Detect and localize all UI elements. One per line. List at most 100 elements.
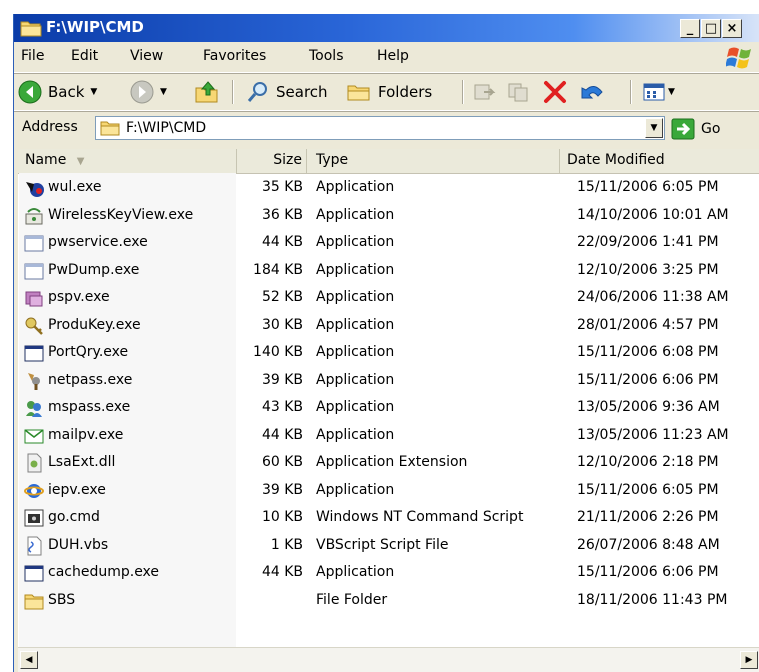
back-button[interactable]: Back ▼ [18, 77, 97, 107]
folder-icon [24, 594, 44, 609]
file-size: 44 KB [261, 234, 303, 250]
column-name-label: Name [25, 152, 67, 168]
pspv-icon [25, 291, 43, 307]
file-date-modified: 22/09/2006 1:41 PM [577, 234, 719, 250]
file-date-modified: 15/11/2006 6:06 PM [577, 564, 719, 580]
title-bar[interactable]: F:\WIP\CMD _ □ × [14, 14, 759, 42]
go-button[interactable]: Go [671, 117, 720, 141]
back-arrow-icon [18, 80, 42, 104]
file-name: mspass.exe [48, 399, 131, 415]
chevron-down-icon: ▼ [160, 87, 167, 97]
file-row[interactable]: mspass.exe 43 KB Application 13/05/2006 9:3… [18, 395, 759, 423]
console-window-icon [24, 345, 44, 362]
file-size: 60 KB [261, 454, 303, 470]
file-row[interactable]: iepv.exe 39 KB Application 15/11/2006 6:05 … [18, 478, 759, 506]
move-to-button[interactable] [472, 77, 498, 107]
delete-button[interactable] [542, 77, 568, 107]
file-row[interactable]: pspv.exe 52 KB Application 24/06/2006 11:38… [18, 285, 759, 313]
file-date-modified: 15/11/2006 6:08 PM [577, 344, 719, 360]
file-size: 184 KB [253, 261, 303, 278]
maximize-button[interactable]: □ [701, 19, 721, 38]
file-size: 10 KB [261, 509, 303, 525]
menu-bar: File Edit View Favorites Tools Help [14, 42, 759, 73]
copy-to-button[interactable] [506, 77, 532, 107]
vbs-script-icon [27, 536, 42, 555]
file-date-modified: 13/05/2006 9:36 AM [577, 399, 720, 415]
file-name: iepv.exe [48, 481, 106, 498]
search-button[interactable]: Search [246, 77, 328, 107]
undo-button[interactable] [580, 77, 606, 107]
up-folder-button[interactable] [194, 77, 220, 107]
close-button[interactable]: × [722, 19, 742, 38]
file-row[interactable]: go.cmd 10 KB Windows NT Command Script 21/1… [18, 505, 759, 533]
file-type: Application [316, 234, 395, 250]
menu-view[interactable]: View [130, 48, 163, 64]
file-row[interactable]: PwDump.exe 184 KB Application 12/10/2006 3:… [18, 258, 759, 286]
file-row[interactable]: PortQry.exe 140 KB Application 15/11/2006 6… [18, 340, 759, 368]
minimize-button[interactable]: _ [680, 19, 700, 38]
forward-button[interactable]: ▼ [130, 77, 167, 107]
file-name: PwDump.exe [48, 261, 140, 278]
file-date-modified: 24/06/2006 11:38 AM [577, 289, 729, 305]
column-type[interactable]: Type [307, 149, 560, 173]
menu-file[interactable]: File [21, 48, 44, 64]
file-date-modified: 26/07/2006 8:48 AM [577, 536, 720, 553]
column-size[interactable]: Size [237, 149, 307, 173]
menu-help[interactable]: Help [377, 48, 409, 64]
file-row[interactable]: LsaExt.dll 60 KB Application Extension 12/1… [18, 450, 759, 478]
file-row[interactable]: cachedump.exe 44 KB Application 15/11/2006 … [18, 560, 759, 588]
wireless-key-icon [25, 207, 43, 224]
horizontal-scrollbar[interactable]: ◀ ▶ [18, 647, 759, 672]
file-size: 39 KB [261, 371, 303, 388]
address-bar: Address F:\WIP\CMD ▼ Go [14, 111, 759, 145]
folders-button[interactable]: Folders [346, 77, 432, 107]
column-date-modified[interactable]: Date Modified [560, 149, 759, 173]
column-name[interactable]: Name ▼ [18, 149, 237, 173]
key-icon [25, 317, 43, 335]
views-button[interactable]: ▼ [642, 77, 675, 107]
file-name: cachedump.exe [48, 564, 160, 580]
file-size: 43 KB [261, 399, 303, 415]
copy-to-icon [508, 83, 528, 102]
file-row[interactable]: mailpv.exe 44 KB Application 13/05/2006 11:… [18, 423, 759, 451]
file-type: Application [316, 481, 395, 498]
file-row[interactable]: SBS File Folder 18/11/2006 11:43 PM [18, 588, 759, 616]
toolbar-separator [630, 80, 632, 104]
file-row[interactable]: netpass.exe 39 KB Application 15/11/2006 6:… [18, 368, 759, 396]
folder-icon [100, 121, 120, 136]
file-size: 30 KB [261, 316, 303, 333]
folders-icon [347, 85, 370, 101]
folders-label: Folders [378, 83, 433, 101]
file-type: Application [316, 564, 395, 580]
menu-tools[interactable]: Tools [309, 48, 344, 64]
file-date-modified: 15/11/2006 6:05 PM [577, 179, 719, 195]
scroll-left-button[interactable]: ◀ [20, 651, 38, 669]
address-dropdown-button[interactable]: ▼ [645, 118, 663, 138]
file-size: 140 KB [253, 344, 303, 360]
undo-arrow-icon [581, 86, 603, 99]
file-size: 52 KB [261, 289, 303, 305]
cmd-script-icon [24, 509, 44, 527]
chevron-down-icon: ▼ [90, 87, 98, 97]
menu-favorites[interactable]: Favorites [203, 48, 266, 64]
file-row[interactable]: WirelessKeyView.exe 36 KB Application 14/10… [18, 203, 759, 231]
column-date-modified-label: Date Modified [567, 152, 665, 168]
delete-x-icon [544, 81, 566, 103]
address-input[interactable]: F:\WIP\CMD ▼ [95, 116, 665, 140]
file-size: 36 KB [261, 206, 303, 223]
views-grid-icon [643, 83, 665, 101]
standard-toolbar: Back ▼ ▼ Search Folders ▼ [14, 74, 759, 111]
file-name: go.cmd [48, 509, 100, 525]
file-date-modified: 28/01/2006 4:57 PM [577, 316, 719, 333]
console-window-icon [24, 565, 44, 582]
scroll-right-button[interactable]: ▶ [740, 651, 758, 669]
explorer-window: F:\WIP\CMD _ □ × File Edit View Favorite… [13, 14, 759, 672]
file-list-view[interactable]: Name ▼ Size Type Date Modified wul.exe 35… [18, 149, 759, 647]
file-type: Application [316, 426, 395, 443]
file-row[interactable]: wul.exe 35 KB Application 15/11/2006 6:05 P… [18, 175, 759, 203]
file-row[interactable]: pwservice.exe 44 KB Application 22/09/2006 … [18, 230, 759, 258]
menu-edit[interactable]: Edit [71, 48, 98, 64]
file-row[interactable]: ProduKey.exe 30 KB Application 28/01/2006 4… [18, 313, 759, 341]
file-row[interactable]: DUH.vbs 1 KB VBScript Script File 26/07/200… [18, 533, 759, 561]
generic-window-icon [24, 263, 44, 279]
